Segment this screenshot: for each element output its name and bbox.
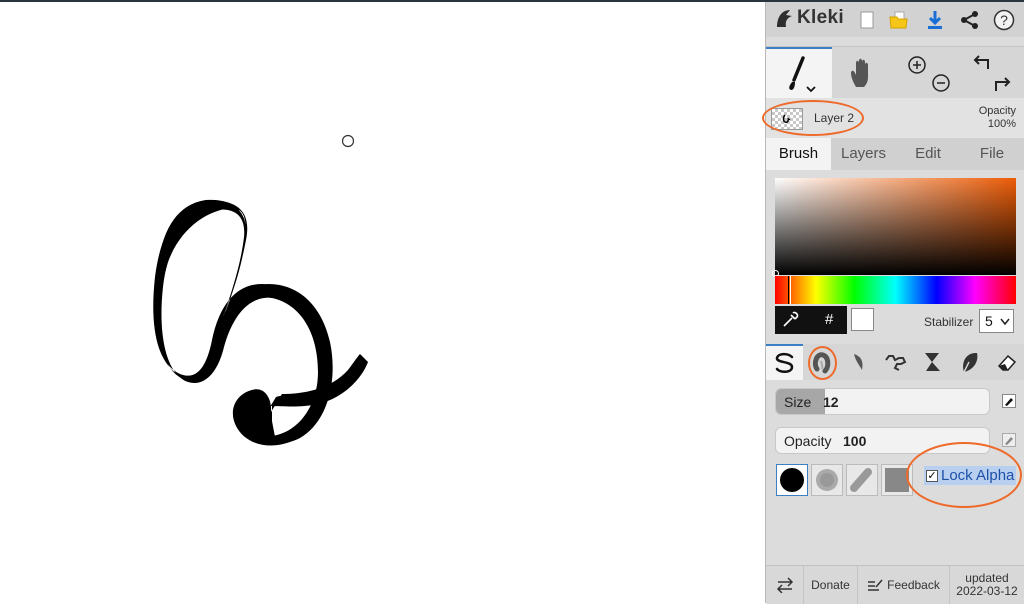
zoom-buttons <box>894 47 959 99</box>
hand-tool-button[interactable] <box>832 47 894 99</box>
blend-brush-button[interactable] <box>803 344 840 380</box>
share-icon[interactable] <box>958 8 982 32</box>
chemy-brush-button[interactable] <box>914 344 951 380</box>
donate-link[interactable]: Donate <box>804 566 858 604</box>
chevron-down-icon <box>1000 318 1010 326</box>
canvas-drawing <box>153 134 368 446</box>
brush-tool-button[interactable] <box>766 47 832 99</box>
chemy-brush-icon <box>924 353 940 371</box>
top-toolbar: Kleki ? <box>766 2 1024 37</box>
size-value: 12 <box>823 394 839 410</box>
soft-brush-icon <box>816 469 838 491</box>
pixel-brush-icon <box>884 355 906 371</box>
tool-bar <box>766 46 1024 99</box>
swap-side-button[interactable] <box>766 566 804 604</box>
pen-brush-icon <box>775 352 793 373</box>
hand-tool-icon <box>851 58 868 87</box>
hue-marker[interactable] <box>788 276 791 304</box>
zoom-in-icon <box>907 56 926 74</box>
brush-shape-soft-button[interactable] <box>811 464 843 496</box>
new-file-icon[interactable] <box>855 8 879 32</box>
opacity-value: 100 <box>843 433 867 449</box>
footer-bar: Donate Feedback updated 2022-03-12 <box>766 565 1024 604</box>
tab-layers[interactable]: Layers <box>831 138 896 170</box>
hex-input-icon[interactable]: # <box>825 311 833 328</box>
tab-edit[interactable]: Edit <box>896 138 960 170</box>
undo-redo-buttons <box>959 47 1024 99</box>
updated-date: 2022-03-12 <box>956 584 1018 598</box>
svg-text:?: ? <box>1000 12 1008 28</box>
brush-shape-square-button[interactable] <box>881 464 913 496</box>
round-brush-icon <box>780 468 804 492</box>
layer-thumbnail <box>771 108 803 130</box>
size-slider[interactable]: Size 12 <box>775 388 990 415</box>
pen-brush-button[interactable] <box>766 344 803 380</box>
brush-types <box>766 344 1024 380</box>
eraser-icon <box>997 354 1016 371</box>
square-brush-icon <box>885 468 909 492</box>
undo-redo-icons <box>973 55 1010 91</box>
layer-opacity-value: 100% <box>987 118 1016 130</box>
tab-brush[interactable]: Brush <box>766 138 831 170</box>
brush-shape-chisel-button[interactable] <box>846 464 878 496</box>
open-folder-icon[interactable] <box>887 8 911 32</box>
smudge-brush-button[interactable] <box>951 344 988 380</box>
primary-color-swatch[interactable]: # <box>775 306 847 334</box>
brush-cursor <box>341 134 355 148</box>
zoom-icons <box>907 56 950 92</box>
stabilizer-value: 5 <box>985 313 993 329</box>
panel-tabs: Brush Layers Edit File <box>766 138 1024 170</box>
current-layer-row[interactable]: Layer 2 Opacity 100% <box>762 98 1024 138</box>
layer-name: Layer 2 <box>814 111 855 125</box>
opacity-slider[interactable]: Opacity 100 <box>775 427 990 454</box>
brush-tool-icon <box>789 56 816 93</box>
updated-info: updated 2022-03-12 <box>950 566 1024 604</box>
side-panel: Kleki ? Layer 2 Opacity 100% Brush Layer… <box>762 2 1024 604</box>
stabilizer-select[interactable]: 5 <box>979 309 1014 333</box>
tab-file[interactable]: File <box>960 138 1024 170</box>
opacity-pressure-pen-icon[interactable] <box>1002 433 1016 447</box>
feedback-label: Feedback <box>887 578 940 592</box>
layer-opacity-label: Opacity <box>978 105 1016 117</box>
undo-icon <box>973 55 989 69</box>
brush-shape-round-button[interactable] <box>776 464 808 496</box>
redo-icon <box>994 77 1010 91</box>
pixel-brush-button[interactable] <box>877 344 914 380</box>
saturation-value-picker[interactable] <box>772 178 1016 277</box>
sketchy-brush-icon <box>853 354 863 370</box>
layer-opacity: Opacity 100% <box>979 105 1016 131</box>
blend-brush-icon <box>812 352 830 374</box>
hue-slider[interactable] <box>775 276 1016 304</box>
swap-arrows-icon <box>776 577 793 593</box>
feedback-icon <box>868 579 883 591</box>
drawing-canvas[interactable] <box>0 2 765 603</box>
feedback-link[interactable]: Feedback <box>858 566 950 604</box>
help-icon[interactable]: ? <box>992 8 1016 32</box>
size-label: Size <box>784 394 812 410</box>
size-pressure-pen-icon[interactable] <box>1002 394 1016 408</box>
zoom-out-icon <box>931 74 950 92</box>
kleki-logo[interactable]: Kleki <box>774 7 844 29</box>
opacity-label: Opacity <box>784 433 832 449</box>
secondary-color-swatch[interactable] <box>851 308 874 331</box>
app-name: Kleki <box>797 7 844 28</box>
smudge-brush-icon <box>962 352 977 373</box>
eyedropper-icon[interactable] <box>775 306 805 334</box>
eraser-button[interactable] <box>988 344 1024 380</box>
lock-alpha-label: Lock Alpha <box>941 467 1015 484</box>
chisel-brush-icon <box>850 468 872 492</box>
lock-alpha-checkbox[interactable]: ✓ <box>926 469 938 482</box>
sketchy-brush-button[interactable] <box>840 344 877 380</box>
download-icon[interactable] <box>923 8 947 32</box>
stabilizer-label: Stabilizer <box>924 315 974 329</box>
lock-alpha-toggle[interactable]: ✓ Lock Alpha <box>924 466 1017 485</box>
kleki-bird-icon <box>777 10 792 27</box>
stroke-body <box>153 199 368 446</box>
